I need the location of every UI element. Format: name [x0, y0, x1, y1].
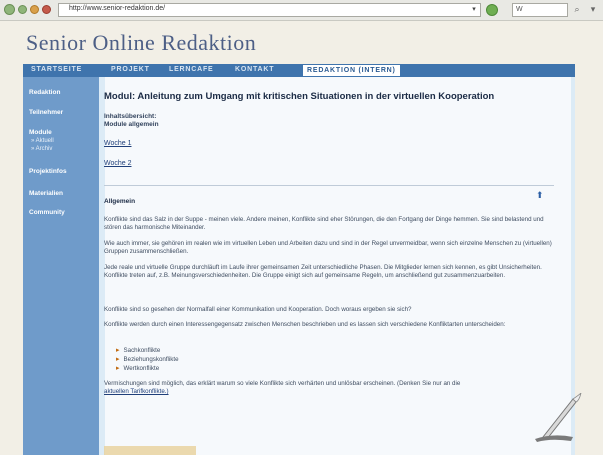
- chevron-down-icon[interactable]: ▾: [470, 6, 478, 14]
- paragraph-3: Jede reale und virtuelle Gruppe durchläu…: [104, 264, 542, 279]
- paragraph-1: Konflikte sind das Salz in der Suppe - m…: [104, 216, 544, 231]
- sidebar-item-community[interactable]: Community: [29, 209, 65, 216]
- sidebar-item-materialien[interactable]: Materialien: [29, 190, 63, 197]
- nav-redaktion-intern[interactable]: REDAKTION (INTERN): [303, 65, 400, 76]
- sidebar-item-projektinfos[interactable]: Projektinfos: [29, 168, 67, 175]
- search-icon[interactable]: ⌕: [572, 4, 582, 14]
- browser-toolbar: http://www.senior-redaktion.de/ ▾ W ⌕ ▾: [0, 0, 603, 21]
- list-item-wertkonflikte: Wertkonflikte: [116, 364, 160, 372]
- nav-lerncafe[interactable]: LERNCAFE: [169, 66, 214, 73]
- list-item-sachkonflikte: Sachkonflikte: [116, 346, 161, 354]
- link-woche-1[interactable]: Woche 1: [104, 140, 132, 147]
- main-nav: STARTSEITE PROJEKT LERNCAFE KONTAKT REDA…: [23, 64, 575, 77]
- paragraph-6-text: Vermischungen sind möglich, das erklärt …: [104, 380, 461, 387]
- paragraph-4: Konflikte sind so gesehen der Normalfall…: [104, 306, 412, 313]
- go-icon[interactable]: [486, 4, 498, 16]
- paragraph-2: Wie auch immer, sie gehören im realen wi…: [104, 240, 552, 255]
- overview-sub: Module allgemein: [104, 121, 159, 128]
- reload-icon[interactable]: [30, 5, 39, 14]
- forward-icon[interactable]: [18, 5, 27, 14]
- paragraph-6: Vermischungen sind möglich, das erklärt …: [104, 380, 534, 396]
- list-item-beziehungskonflikte: Beziehungskonflikte: [116, 355, 179, 363]
- sidebar-item-redaktion[interactable]: Redaktion: [29, 89, 60, 96]
- stop-icon[interactable]: [42, 5, 51, 14]
- sidebar-subitem-aktuell[interactable]: » Aktuell: [31, 138, 54, 144]
- decorative-tape: [104, 446, 196, 455]
- back-icon[interactable]: [4, 4, 15, 15]
- page-title: Modul: Anleitung zum Umgang mit kritisch…: [104, 91, 495, 102]
- section-heading: Allgemein: [104, 198, 136, 205]
- quill-icon: [535, 393, 582, 442]
- nav-kontakt[interactable]: KONTAKT: [235, 66, 274, 73]
- overview-label: Inhaltsübersicht:: [104, 113, 157, 120]
- menu-icon[interactable]: ▾: [588, 4, 598, 14]
- site-title: Senior Online Redaktion: [26, 30, 257, 55]
- link-woche-2[interactable]: Woche 2: [104, 160, 132, 167]
- url-text: http://www.senior-redaktion.de/: [69, 5, 166, 12]
- sidebar-item-teilnehmer[interactable]: Teilnehmer: [29, 109, 63, 116]
- paragraph-5: Konflikte werden durch einen Interesseng…: [104, 321, 506, 328]
- arrow-up-icon[interactable]: ⬆: [536, 190, 544, 201]
- link-tarifkonflikte[interactable]: aktuellen Tarifkonflikte.): [104, 388, 169, 395]
- search-input[interactable]: W: [512, 3, 568, 17]
- nav-projekt[interactable]: PROJEKT: [111, 66, 150, 73]
- url-bar[interactable]: http://www.senior-redaktion.de/ ▾: [58, 3, 481, 17]
- divider: [104, 185, 554, 186]
- nav-startseite[interactable]: STARTSEITE: [31, 66, 82, 73]
- sidebar-item-module[interactable]: Module: [29, 129, 52, 136]
- sidebar-subitem-archiv[interactable]: » Archiv: [31, 146, 52, 152]
